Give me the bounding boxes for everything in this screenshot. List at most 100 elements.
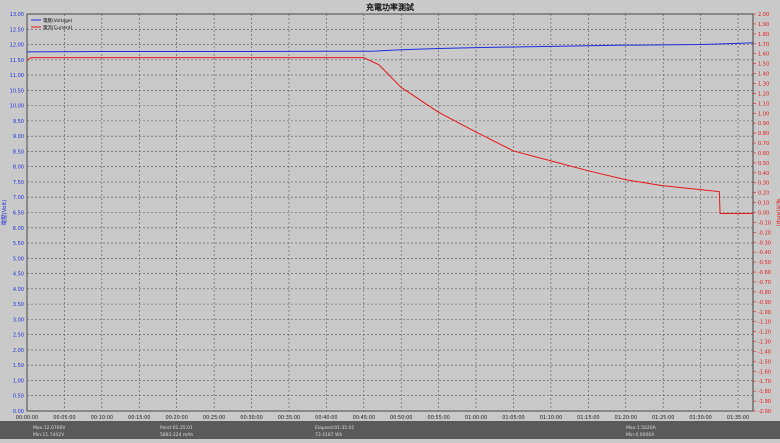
y-right-tick-label: 1.50	[758, 62, 769, 68]
x-tick-label: 00:45:00	[353, 415, 375, 421]
status-field-line1: Max:12.0760V	[33, 425, 66, 431]
x-tick-label: 01:10:00	[540, 415, 562, 421]
x-tick-label: 00:15:00	[128, 415, 150, 421]
legend-entry: 電壓(Voltage)	[43, 18, 73, 24]
y-left-tick-label: 8.50	[13, 149, 24, 155]
y-left-tick-label: 7.00	[13, 195, 24, 201]
y-left-tick-label: 1.50	[13, 363, 24, 369]
y-right-tick-label: -2.00	[758, 409, 771, 415]
y-right-tick-label: 1.40	[758, 72, 769, 78]
status-field-line1: Max:1.5620A	[626, 425, 657, 431]
x-tick-label: 01:25:00	[652, 415, 674, 421]
status-field-line1: Elapsed:01:35:01	[315, 425, 355, 431]
y-right-tick-label: -1.60	[758, 369, 771, 375]
y-left-tick-label: 4.00	[13, 287, 24, 293]
y-left-tick-label: 6.50	[13, 211, 24, 217]
y-left-tick-label: 5.00	[13, 256, 24, 262]
y-right-tick-label: 0.50	[758, 161, 769, 167]
y-left-tick-label: 11.50	[10, 58, 24, 64]
x-tick-label: 01:20:00	[615, 415, 637, 421]
y-right-tick-label: 0.80	[758, 131, 769, 137]
y-right-tick-label: 0.90	[758, 121, 769, 127]
x-tick-label: 00:00:00	[16, 415, 38, 421]
y-left-tick-label: 13.00	[10, 12, 24, 18]
y-right-tick-label: -1.50	[758, 359, 771, 365]
status-field-line2: Min:11.7442V	[33, 432, 65, 438]
line-chart: 充電功率測試 0.00 0.50 1.00 1.50 2.00 2.50 3.00 3.50 4…	[0, 0, 780, 439]
y-right-tick-label: 1.10	[758, 101, 769, 107]
y-left-tick-label: 12.50	[10, 27, 24, 33]
status-field-line1: Point:01:35:01	[160, 425, 193, 431]
y-left-tick-label: 6.00	[13, 226, 24, 232]
y-left-tick-label: 10.00	[10, 104, 24, 110]
x-tick-label: 00:10:00	[91, 415, 113, 421]
x-tick-label: 00:25:00	[203, 415, 225, 421]
y-right-tick-label: -1.70	[758, 379, 771, 385]
y-right-tick-label: 0.70	[758, 141, 769, 147]
legend-entry: 電流(Current)	[43, 24, 73, 31]
x-tick-label: 00:20:00	[165, 415, 187, 421]
y-left-tick-label: 0.50	[13, 394, 24, 400]
y-right-tick-label: -0.30	[758, 240, 771, 246]
y-right-tick-label: -0.50	[758, 260, 771, 266]
y-left-tick-label: 2.50	[13, 333, 24, 339]
y-right-tick-label: -1.20	[758, 330, 771, 336]
y-right-tick-label: 1.00	[758, 111, 769, 117]
y-right-tick-label: -0.20	[758, 230, 771, 236]
y-left-tick-label: 12.00	[10, 43, 24, 49]
x-tick-label: 01:00:00	[465, 415, 487, 421]
y-left-tick-label: 8.00	[13, 165, 24, 171]
x-tick-label: 00:05:00	[53, 415, 75, 421]
y-right-tick-label: -1.30	[758, 340, 771, 346]
y-right-tick-label: 0.20	[758, 191, 769, 197]
y-left-tick-label: 4.50	[13, 272, 24, 278]
y-right-tick-label: 2.00	[758, 12, 769, 18]
y-right-tick-label: -1.90	[758, 399, 771, 405]
y-right-tick-label: -0.60	[758, 270, 771, 276]
y-left-tick-label: 7.50	[13, 180, 24, 186]
x-tick-label: 00:55:00	[427, 415, 449, 421]
y-left-axis-label: 電壓(Volt)	[1, 200, 8, 226]
y-right-tick-label: 1.70	[758, 42, 769, 48]
x-tick-label: 00:30:00	[240, 415, 262, 421]
y-right-tick-label: -0.80	[758, 290, 771, 296]
y-right-tick-label: 1.30	[758, 81, 769, 87]
x-tick-label: 01:35:00	[727, 415, 749, 421]
y-right-tick-label: -0.10	[758, 220, 771, 226]
x-tick-label: 00:40:00	[315, 415, 337, 421]
status-field-line2: Min:0.0000A	[626, 432, 655, 438]
y-left-tick-label: 9.50	[13, 119, 24, 125]
status-field-line2: 73.4187 Wh	[315, 432, 342, 438]
y-left-tick-label: 11.00	[10, 73, 24, 79]
y-right-tick-label: -1.10	[758, 320, 771, 326]
y-right-tick-label: 0.00	[758, 211, 769, 217]
chart-title: 充電功率測試	[366, 2, 414, 12]
x-tick-label: 01:05:00	[502, 415, 524, 421]
y-right-tick-label: -0.70	[758, 280, 771, 286]
y-right-tick-label: 1.90	[758, 22, 769, 28]
y-right-tick-label: -0.40	[758, 250, 771, 256]
y-right-tick-label: 0.30	[758, 181, 769, 187]
y-right-tick-label: 0.10	[758, 201, 769, 207]
y-left-tick-label: 9.00	[13, 134, 24, 140]
y-right-tick-label: 1.80	[758, 32, 769, 38]
y-right-tick-label: 0.40	[758, 171, 769, 177]
y-right-tick-label: -1.40	[758, 349, 771, 355]
y-left-tick-label: 2.00	[13, 348, 24, 354]
x-tick-label: 00:50:00	[390, 415, 412, 421]
y-left-tick-label: 3.00	[13, 317, 24, 323]
x-tick-label: 00:35:00	[278, 415, 300, 421]
chart-window: 充電功率測試 0.00 0.50 1.00 1.50 2.00 2.50 3.00 3.50 4…	[0, 0, 780, 439]
x-tick-label: 01:30:00	[689, 415, 711, 421]
y-left-tick-label: 5.50	[13, 241, 24, 247]
y-right-tick-label: 1.60	[758, 52, 769, 58]
y-right-axis-label: 電流(Amp)	[775, 199, 780, 227]
y-right-tick-label: -1.80	[758, 389, 771, 395]
status-field-line2: 5883.224 mAh	[160, 432, 193, 438]
status-bar	[0, 421, 780, 439]
y-right-tick-label: -1.00	[758, 310, 771, 316]
y-right-tick-label: 1.20	[758, 91, 769, 97]
y-right-tick-label: 0.60	[758, 151, 769, 157]
y-left-tick-label: 1.00	[13, 378, 24, 384]
y-right-tick-label: -0.90	[758, 300, 771, 306]
